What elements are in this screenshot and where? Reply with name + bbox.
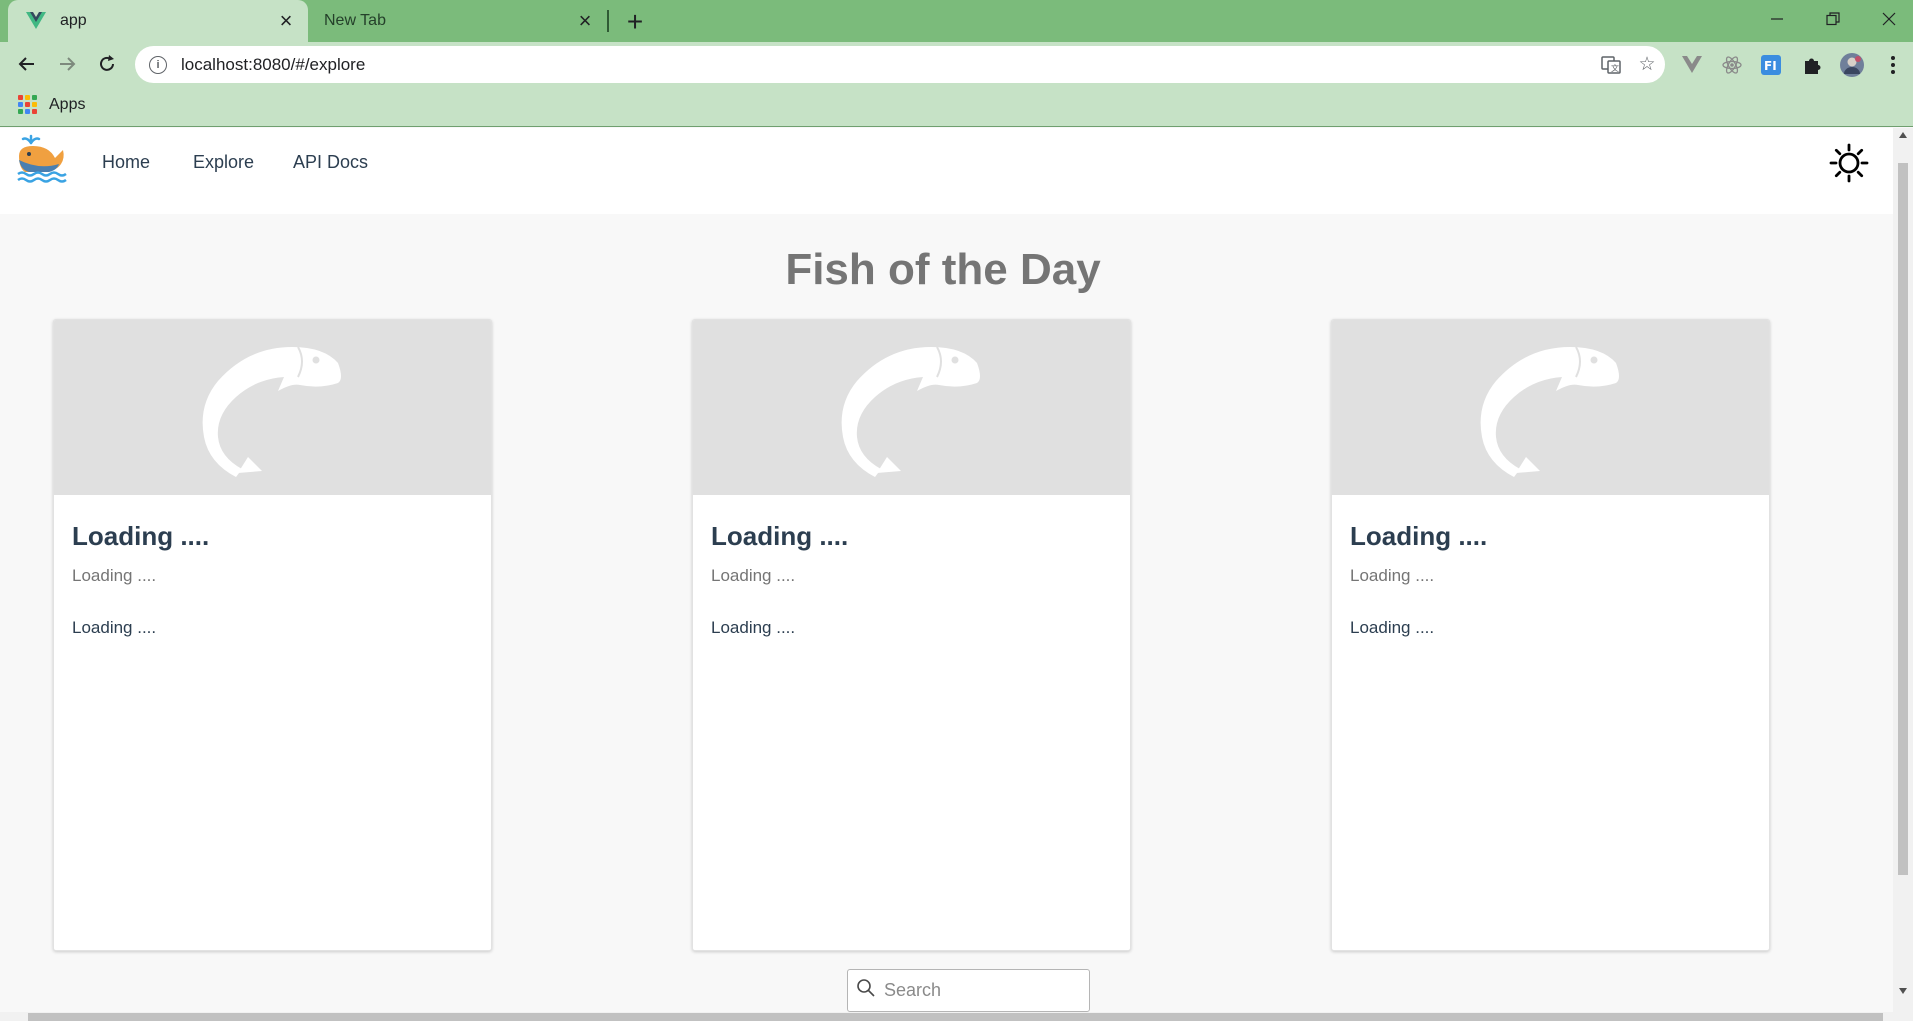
card-text: Loading .... (1350, 618, 1435, 637)
nav-home-link[interactable]: Home (102, 152, 150, 173)
vertical-scrollbar[interactable] (1893, 128, 1913, 1021)
search-input[interactable] (884, 980, 1074, 1001)
react-devtools-extension-icon[interactable] (1719, 52, 1745, 78)
new-tab-button[interactable]: + (621, 6, 649, 37)
browser-toolbar: i localhost:8080/#/explore 文 ☆ FI (0, 42, 1913, 87)
card-title: Loading .... (1350, 521, 1488, 551)
close-tab-icon[interactable]: × (575, 10, 595, 32)
card-text: Loading .... (711, 618, 796, 637)
card-title: Loading .... (72, 521, 210, 551)
card-title: Loading .... (711, 521, 849, 551)
close-window-button[interactable] (1861, 0, 1913, 38)
card-image-placeholder (1332, 320, 1769, 495)
fish-placeholder-icon (841, 346, 980, 477)
page-title: Fish of the Day (785, 245, 1101, 294)
apps-grid-icon (18, 95, 37, 114)
site-info-icon[interactable]: i (149, 55, 167, 74)
restore-button[interactable] (1805, 0, 1861, 38)
sun-icon[interactable] (1828, 142, 1870, 184)
search-icon (856, 978, 876, 1003)
fish-card[interactable]: Loading .... Loading .... Loading .... (1331, 319, 1770, 951)
fish-placeholder-icon (1480, 346, 1619, 477)
fish-card[interactable]: Loading .... Loading .... Loading .... (692, 319, 1131, 951)
tab-title: New Tab (324, 12, 386, 29)
close-tab-icon[interactable]: × (276, 10, 296, 32)
tab-separator (607, 10, 609, 32)
bookmark-label: Apps (49, 95, 86, 113)
app-navbar: Home Explore API Docs (0, 128, 1893, 214)
bookmark-apps[interactable]: Apps (18, 95, 85, 114)
scroll-up-arrow-icon[interactable] (1899, 132, 1907, 138)
nav-api-docs-link[interactable]: API Docs (293, 152, 368, 173)
browser-menu-icon[interactable] (1880, 52, 1906, 78)
translate-icon[interactable]: 文 (1593, 50, 1629, 80)
fish-card[interactable]: Loading .... Loading .... Loading .... (53, 319, 492, 951)
vue-logo-icon (26, 11, 46, 31)
profile-avatar[interactable] (1839, 52, 1865, 78)
minimize-button[interactable] (1749, 0, 1805, 38)
horizontal-scrollbar[interactable] (0, 1012, 1893, 1021)
page-viewport: Home Explore API Docs Fish of the Day Lo… (0, 128, 1893, 1012)
back-button[interactable] (10, 47, 44, 81)
whale-logo-icon[interactable] (16, 134, 68, 184)
tab-new-tab[interactable]: New Tab × (310, 0, 607, 42)
browser-tab-strip: app × New Tab × + (0, 0, 1913, 42)
extensions-puzzle-icon[interactable] (1799, 52, 1825, 78)
scrollbar-thumb[interactable] (1898, 163, 1908, 875)
card-subtitle: Loading .... (1350, 566, 1435, 585)
bookmarks-bar: Apps (0, 87, 1913, 127)
search-field[interactable] (847, 969, 1090, 1012)
card-subtitle: Loading .... (72, 566, 157, 585)
svg-text:文: 文 (1611, 63, 1619, 73)
address-bar[interactable]: i localhost:8080/#/explore 文 ☆ (135, 46, 1665, 83)
card-image-placeholder (54, 320, 491, 495)
url-text[interactable]: localhost:8080/#/explore (181, 55, 1593, 75)
scrollbar-thumb[interactable] (28, 1013, 1883, 1021)
card-text: Loading .... (72, 618, 157, 637)
fish-placeholder-icon (202, 346, 341, 477)
scroll-down-arrow-icon[interactable] (1899, 988, 1907, 994)
reload-button[interactable] (90, 47, 124, 81)
tab-app[interactable]: app × (8, 0, 308, 42)
forward-button[interactable] (50, 47, 84, 81)
nav-explore-link[interactable]: Explore (193, 152, 254, 173)
vue-devtools-extension-icon[interactable] (1679, 52, 1705, 78)
card-subtitle: Loading .... (711, 566, 796, 585)
bookmark-star-icon[interactable]: ☆ (1629, 50, 1665, 80)
card-image-placeholder (693, 320, 1130, 495)
tab-title: app (60, 12, 87, 29)
svg-text:FI: FI (1764, 59, 1777, 73)
fi-extension-icon[interactable]: FI (1758, 52, 1784, 78)
